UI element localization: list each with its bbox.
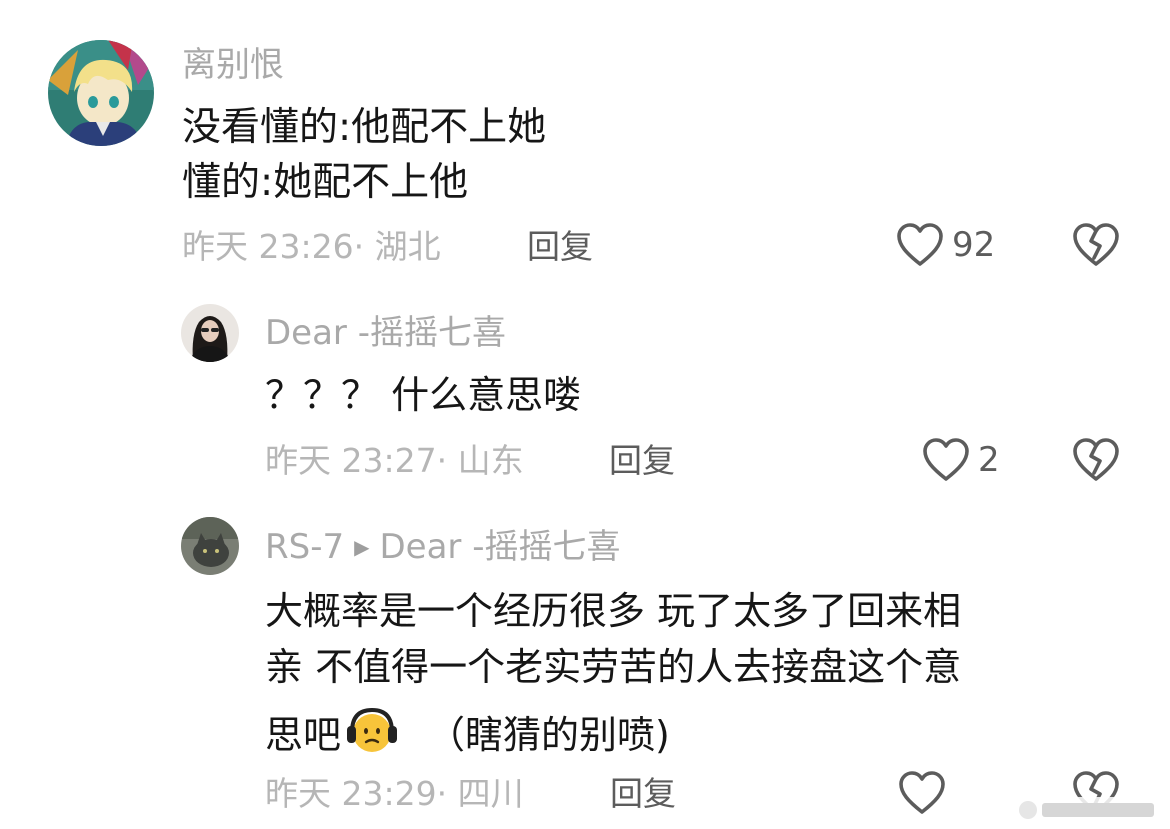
like-button[interactable] [898,770,946,816]
watermark-logo-icon [1014,797,1164,823]
comment-time: 昨天 23:26 [182,227,354,266]
like-button[interactable]: 92 [896,222,995,268]
comment-location: 山东 [457,441,524,480]
cat-avatar-image [181,517,239,575]
broken-heart-icon [1073,438,1119,481]
dislike-button[interactable] [1072,437,1120,487]
reply-button[interactable]: 回复 [527,230,593,263]
comment-meta: 昨天 23:29· 四川 [265,777,524,810]
like-count: 2 [978,440,1000,480]
dislike-button[interactable] [1072,222,1120,272]
comment-location: 湖北 [374,227,441,266]
avatar[interactable] [181,304,239,362]
comment-username[interactable]: RS-7 [265,527,344,567]
heart-outline-icon [897,223,943,266]
avatar[interactable] [181,517,239,575]
like-button[interactable]: 2 [922,437,1000,483]
comment-location: 四川 [457,774,524,813]
meta-separator: · [353,227,365,266]
comment-username[interactable]: Dear -摇摇七喜 [265,316,506,350]
meta-separator: · [436,774,448,813]
comment-text-line: ？？？ 什么意思喽 [265,373,582,417]
reply-to-username[interactable]: Dear -摇摇七喜 [380,527,621,567]
comment-text-line: 亲 不值得一个老实劳苦的人去接盘这个意 [265,645,962,689]
heart-outline-icon [923,438,969,481]
heart-outline-icon [899,771,945,814]
comment-meta: 昨天 23:26· 湖北 [182,230,441,263]
avatar[interactable] [48,40,154,146]
reply-header: RS-7 ▶ Dear -摇摇七喜 [265,530,621,564]
comment-time: 昨天 23:29 [265,774,437,813]
play-arrow-icon: ▶ [354,535,370,559]
comment-time: 昨天 23:27 [265,441,437,480]
reply-button[interactable]: 回复 [609,444,675,477]
portrait-avatar-image [181,304,239,362]
comment-username[interactable]: 离别恨 [182,48,284,82]
watermark [1014,791,1164,827]
comment-text-line: 思吧 （瞎猜的别喷) [265,704,670,758]
comment-text-segment: 思吧 [265,713,342,757]
anime-avatar-image [48,40,154,146]
comment-text-line: 懂的:她配不上他 [182,160,469,205]
like-count: 92 [952,225,996,265]
reply-button[interactable]: 回复 [610,777,676,810]
meta-separator: · [436,441,448,480]
headphones-face-emoji [347,707,398,752]
comment-text-line: 没看懂的:他配不上她 [182,105,547,150]
comment-text-line: 大概率是一个经历很多 玩了太多了回来相 [265,589,962,633]
comment-meta: 昨天 23:27· 山东 [265,444,524,477]
broken-heart-icon [1073,223,1119,266]
comment-text-segment: （瞎猜的别喷) [427,713,670,757]
